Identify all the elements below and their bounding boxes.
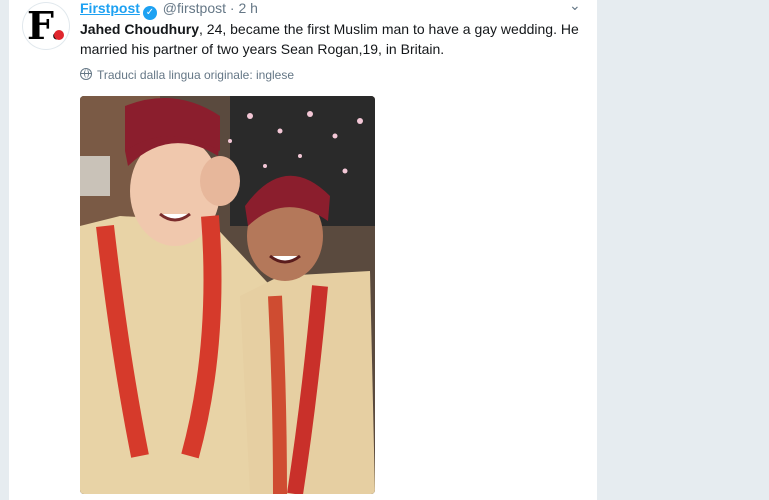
display-name-link[interactable]: Firstpost	[80, 0, 140, 16]
tweet-header: Firstpost ✓ @firstpost · 2 h	[80, 0, 258, 20]
translate-label: Traduci dalla lingua originale: inglese	[97, 68, 295, 82]
translate-link[interactable]: Traduci dalla lingua originale: inglese	[80, 68, 294, 82]
avatar-logo-letter: F.	[27, 3, 64, 48]
tweet-text-bold-name[interactable]: Jahed Choudhury	[80, 21, 199, 37]
tweet-photo[interactable]	[80, 96, 375, 494]
tweet-text: Jahed Choudhury, 24, became the first Mu…	[80, 19, 590, 59]
avatar[interactable]: F.	[22, 2, 70, 50]
avatar-logo-dot	[54, 30, 64, 40]
separator: ·	[229, 0, 235, 16]
chevron-down-icon[interactable]: ⌄	[569, 0, 581, 14]
user-handle[interactable]: @firstpost	[163, 0, 226, 16]
globe-icon	[80, 68, 92, 80]
verified-badge-icon: ✓	[142, 6, 157, 20]
tweet-card[interactable]: F. Firstpost ✓ @firstpost · 2 h ⌄ Jahed C…	[9, 0, 597, 500]
wedding-photo-image	[80, 96, 375, 494]
tweet-timestamp[interactable]: 2 h	[238, 0, 257, 16]
